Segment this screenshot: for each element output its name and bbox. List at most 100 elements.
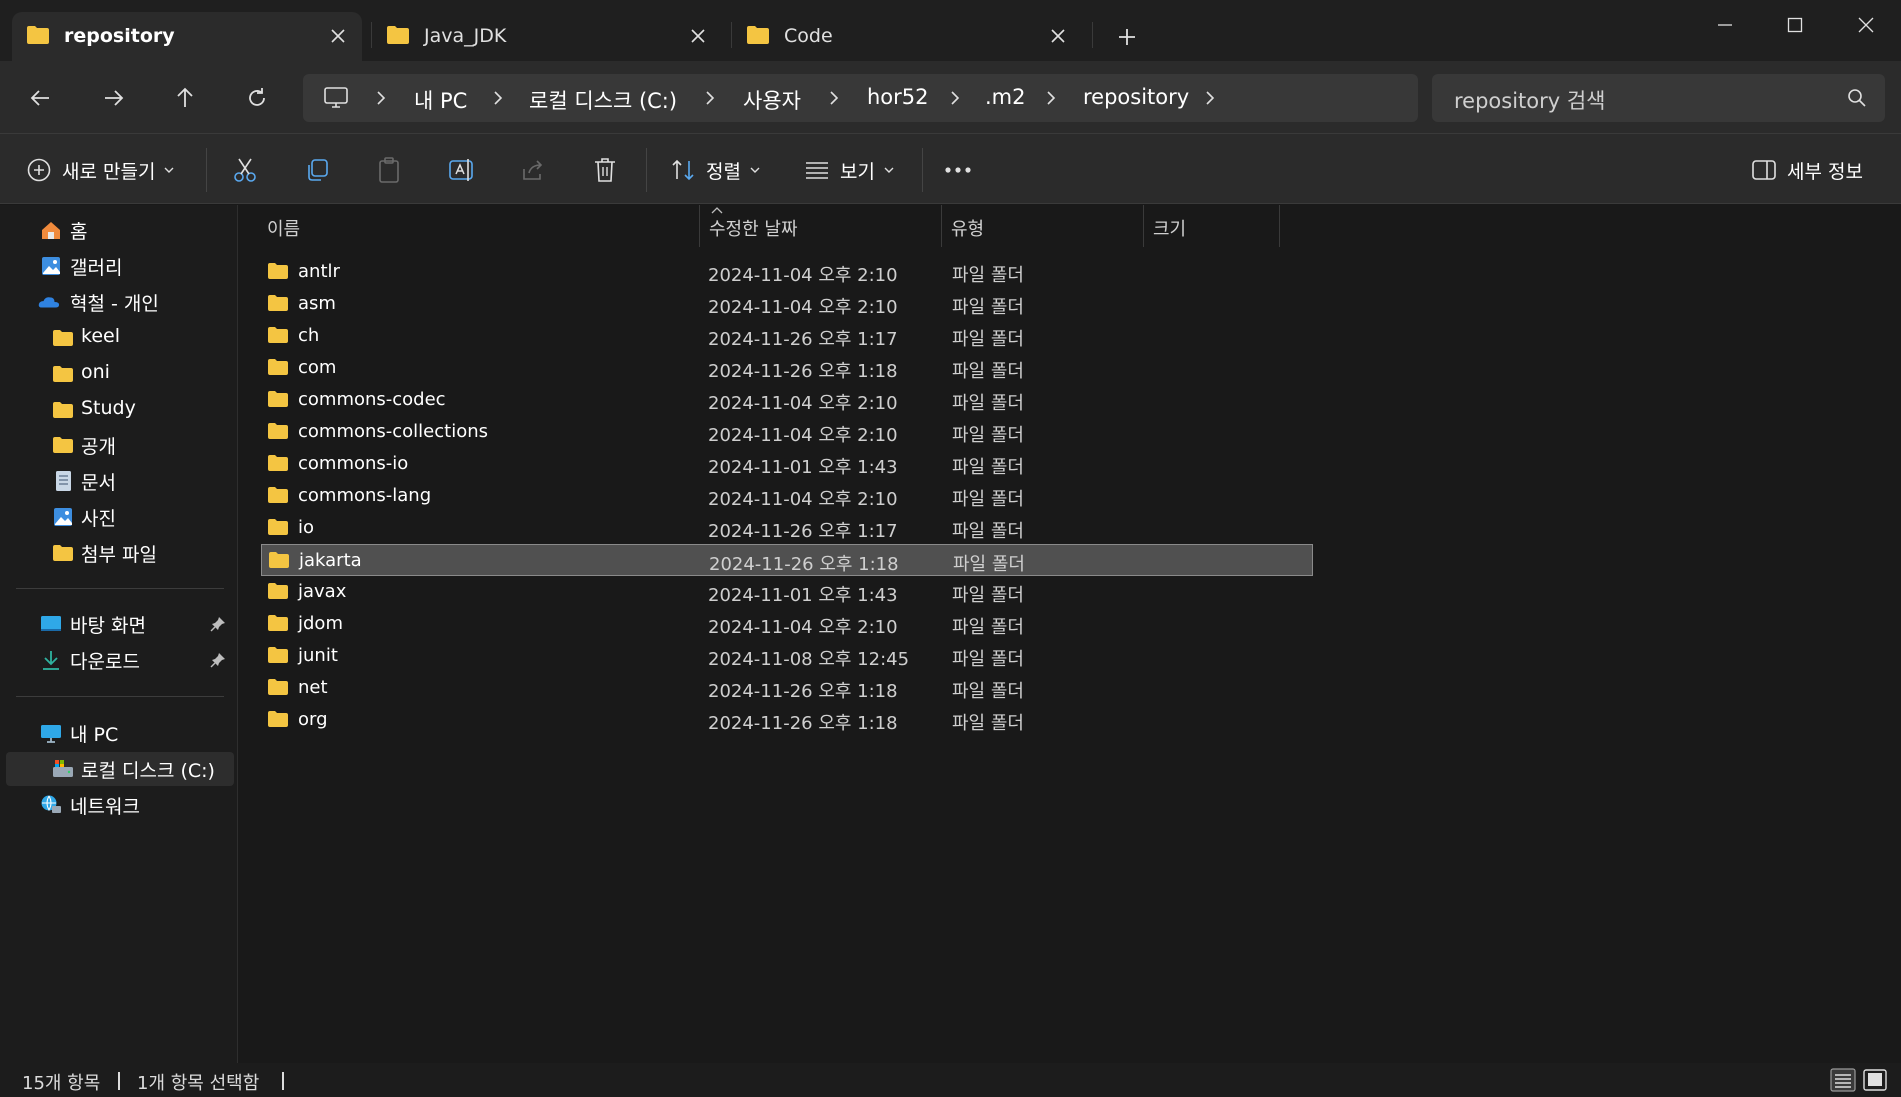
up-button[interactable] — [170, 83, 200, 113]
sidebar-label: 사진 — [81, 508, 116, 530]
search-input[interactable]: repository 검색 — [1432, 74, 1885, 122]
maximize-button[interactable] — [1778, 10, 1812, 40]
new-tab-icon[interactable] — [1114, 24, 1140, 50]
file-row[interactable]: commons-lang 2024-11-04 오후 2:10 파일 폴더 — [261, 480, 1313, 512]
file-row[interactable]: com 2024-11-26 오후 1:18 파일 폴더 — [261, 352, 1313, 384]
file-row-selected[interactable]: jakarta 2024-11-26 오후 1:18 파일 폴더 — [261, 544, 1313, 576]
file-row[interactable]: net 2024-11-26 오후 1:18 파일 폴더 — [261, 672, 1313, 704]
breadcrumb-item[interactable]: 사용자 — [743, 85, 801, 115]
chevron-right-icon — [494, 91, 503, 105]
sidebar-item-desktop[interactable]: 바탕 화면 — [0, 607, 236, 641]
column-header-modified[interactable]: 수정한 날짜 — [699, 205, 941, 247]
column-header-name[interactable]: 이름 — [257, 205, 717, 247]
more-options-button[interactable] — [944, 154, 972, 186]
column-divider[interactable] — [1279, 205, 1280, 247]
pin-icon[interactable] — [210, 616, 226, 632]
sidebar-item-local-disk[interactable]: 로컬 디스크 (C:) — [6, 752, 234, 786]
forward-button[interactable] — [98, 83, 128, 113]
paste-button[interactable] — [376, 154, 402, 186]
tab-java-jdk[interactable]: Java_JDK — [372, 12, 722, 61]
folder-icon — [268, 519, 288, 535]
view-button[interactable]: 보기 — [804, 154, 895, 186]
sidebar-item-this-pc[interactable]: 내 PC — [0, 716, 236, 750]
file-modified: 2024-11-04 오후 2:10 — [708, 393, 898, 414]
breadcrumb-item[interactable]: 로컬 디스크 (C:) — [529, 85, 677, 115]
file-row[interactable]: commons-io 2024-11-01 오후 1:43 파일 폴더 — [261, 448, 1313, 480]
tab-repository[interactable]: repository — [12, 12, 362, 61]
close-tab-icon[interactable] — [1048, 26, 1068, 46]
sidebar-item-public[interactable]: 공개 — [0, 428, 236, 462]
file-row[interactable]: antlr 2024-11-04 오후 2:10 파일 폴더 — [261, 256, 1313, 288]
large-icons-view-icon[interactable] — [1862, 1068, 1888, 1092]
folder-icon — [269, 552, 289, 568]
sidebar-item-oni[interactable]: oni — [0, 357, 236, 391]
sidebar-item-attachments[interactable]: 첨부 파일 — [0, 536, 236, 570]
refresh-button[interactable] — [242, 83, 272, 113]
sidebar-item-pictures[interactable]: 사진 — [0, 500, 236, 534]
file-row[interactable]: commons-codec 2024-11-04 오후 2:10 파일 폴더 — [261, 384, 1313, 416]
command-bar: 새로 만들기 정렬 보기 세부 정보 — [0, 134, 1901, 204]
column-header-size[interactable]: 크기 — [1143, 205, 1279, 247]
list-view-icon — [806, 162, 828, 179]
sidebar-item-gallery[interactable]: 갤러리 — [0, 249, 236, 283]
sidebar-item-study[interactable]: Study — [0, 393, 236, 427]
file-row[interactable]: javax 2024-11-01 오후 1:43 파일 폴더 — [261, 576, 1313, 608]
document-icon — [56, 471, 71, 491]
close-tab-icon[interactable] — [688, 26, 708, 46]
pin-icon[interactable] — [210, 652, 226, 668]
cut-button[interactable] — [232, 154, 258, 186]
refresh-icon — [249, 88, 265, 106]
sidebar-item-network[interactable]: 네트워크 — [0, 788, 236, 822]
breadcrumb-item[interactable]: 내 PC — [414, 85, 467, 115]
breadcrumb-item[interactable]: repository — [1083, 85, 1189, 109]
sidebar-item-downloads[interactable]: 다운로드 — [0, 643, 236, 677]
sidebar-label: 공개 — [81, 436, 116, 458]
folder-icon — [53, 330, 73, 346]
toolbar-divider — [646, 148, 647, 192]
sidebar-item-keel[interactable]: keel — [0, 321, 236, 355]
rename-button[interactable] — [448, 154, 476, 186]
copy-button[interactable] — [304, 154, 330, 186]
arrow-left-icon — [30, 90, 49, 106]
sort-button[interactable]: 정렬 — [670, 154, 761, 186]
share-button[interactable] — [520, 154, 546, 186]
file-row[interactable]: io 2024-11-26 오후 1:17 파일 폴더 — [261, 512, 1313, 544]
file-modified: 2024-11-26 오후 1:18 — [708, 361, 898, 382]
sidebar-item-onedrive[interactable]: 혁철 - 개인 — [0, 285, 236, 319]
folder-icon — [268, 327, 288, 343]
file-row[interactable]: junit 2024-11-08 오후 12:45 파일 폴더 — [261, 640, 1313, 672]
sidebar-item-home[interactable]: 홈 — [0, 213, 236, 247]
details-view-icon[interactable] — [1830, 1068, 1856, 1092]
file-row[interactable]: org 2024-11-26 오후 1:18 파일 폴더 — [261, 704, 1313, 736]
file-type: 파일 폴더 — [952, 521, 1024, 542]
minimize-button[interactable] — [1708, 10, 1742, 40]
chevron-right-icon — [377, 91, 386, 105]
file-name: commons-codec — [298, 389, 446, 410]
file-row[interactable]: commons-collections 2024-11-04 오후 2:10 파… — [261, 416, 1313, 448]
breadcrumb-item[interactable]: hor52 — [867, 85, 929, 109]
file-modified: 2024-11-26 오후 1:18 — [708, 681, 898, 702]
sidebar-item-documents[interactable]: 문서 — [0, 464, 236, 498]
folder-icon — [268, 359, 288, 375]
chevron-right-icon — [706, 91, 715, 105]
sidebar-label: keel — [81, 325, 120, 347]
chevron-down-icon — [164, 167, 174, 173]
column-header-type[interactable]: 유형 — [941, 205, 1143, 247]
tab-code[interactable]: Code — [732, 12, 1082, 61]
folder-icon — [268, 391, 288, 407]
details-pane-button[interactable]: 세부 정보 — [1751, 154, 1863, 186]
file-row[interactable]: ch 2024-11-26 오후 1:17 파일 폴더 — [261, 320, 1313, 352]
chevron-right-icon[interactable] — [1203, 90, 1217, 106]
file-row[interactable]: asm 2024-11-04 오후 2:10 파일 폴더 — [261, 288, 1313, 320]
new-button[interactable]: 새로 만들기 — [26, 154, 175, 186]
back-button[interactable] — [26, 83, 56, 113]
file-row[interactable]: jdom 2024-11-04 오후 2:10 파일 폴더 — [261, 608, 1313, 640]
breadcrumb-item[interactable]: .m2 — [985, 85, 1026, 109]
item-count: 15개 항목 — [22, 1073, 101, 1094]
paste-icon — [379, 157, 399, 183]
toolbar-divider — [922, 148, 923, 192]
close-window-button[interactable] — [1849, 10, 1883, 40]
close-tab-icon[interactable] — [328, 26, 348, 46]
delete-button[interactable] — [592, 154, 618, 186]
address-bar[interactable]: 내 PC 로컬 디스크 (C:) 사용자 hor52 .m2 repositor… — [303, 74, 1418, 122]
